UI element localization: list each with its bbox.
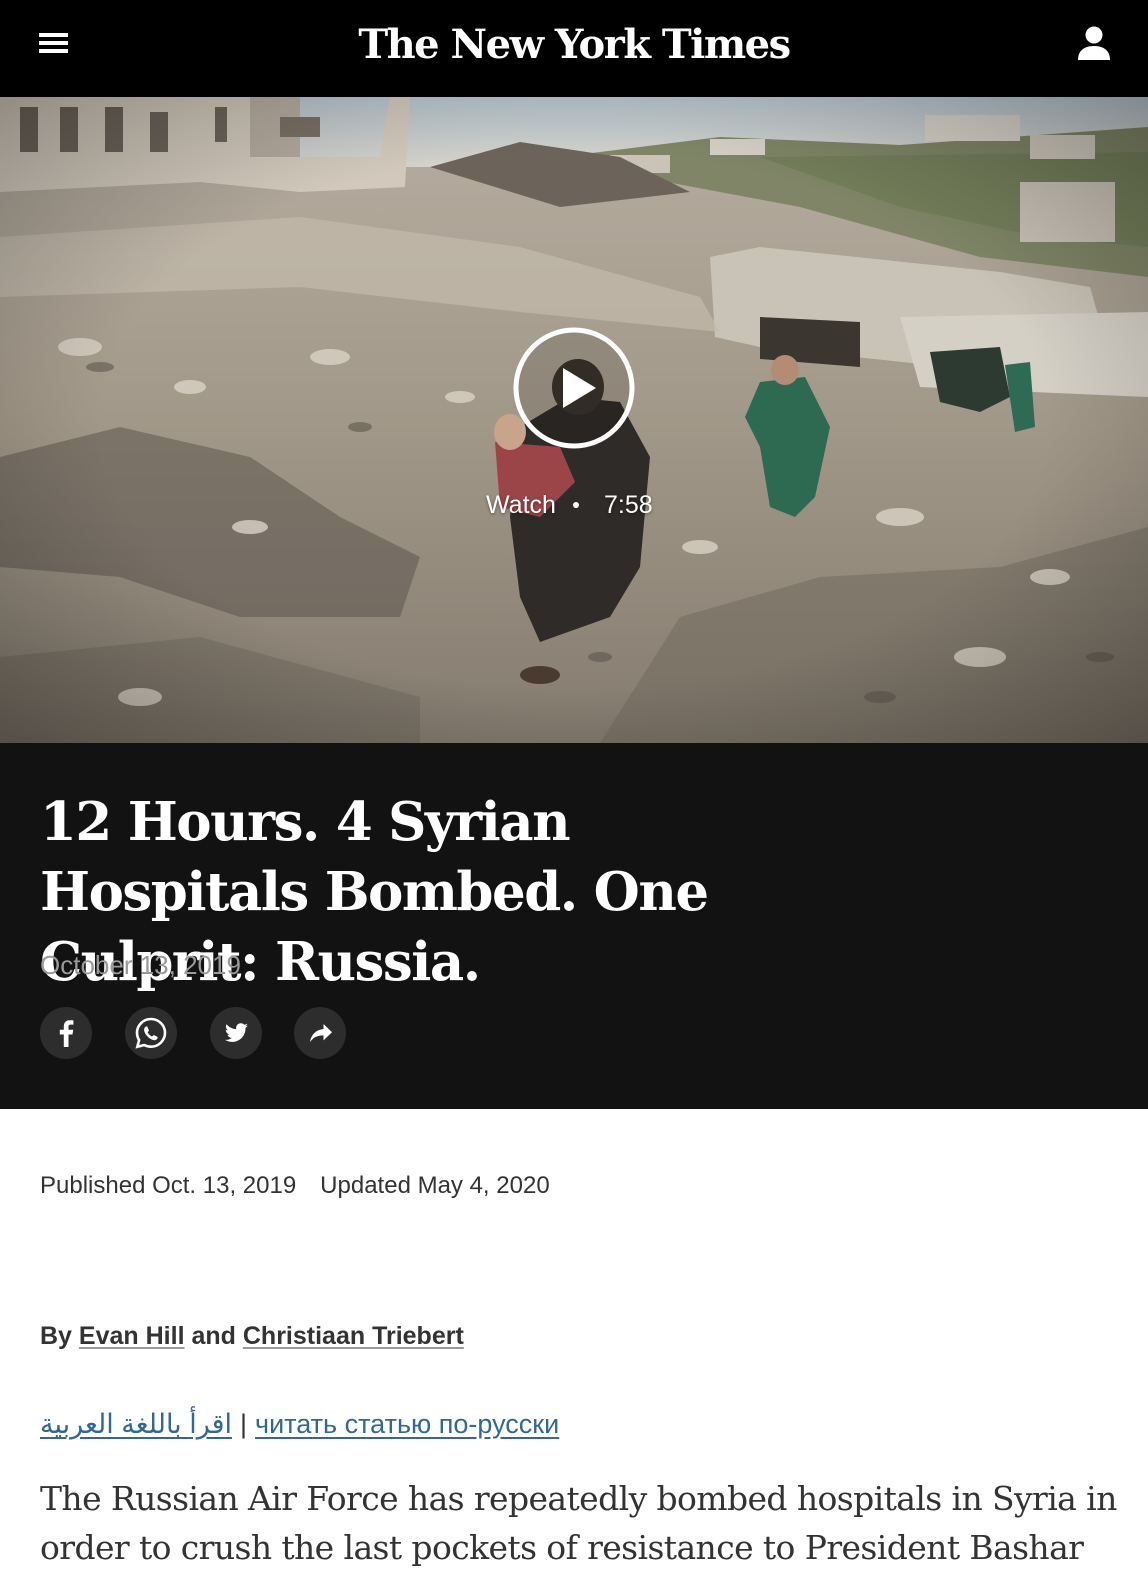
article-body-paragraph: The Russian Air Force has repeatedly bom…: [40, 1479, 1117, 1567]
byline-prefix: By: [40, 1322, 72, 1350]
hero-video[interactable]: Watch 7:58: [0, 97, 1148, 743]
watch-label-row[interactable]: Watch 7:58: [474, 487, 674, 523]
russian-translation-link[interactable]: читать статью по-русски: [255, 1409, 559, 1439]
link-separator: |: [240, 1409, 248, 1439]
whatsapp-share-button[interactable]: [125, 1007, 177, 1059]
arabic-translation-link[interactable]: اقرأ باللغة العربية: [40, 1405, 232, 1443]
share-more-button[interactable]: [294, 1007, 346, 1059]
author-link-christiaan-triebert[interactable]: Christiaan Triebert: [243, 1322, 464, 1350]
play-icon: [513, 327, 635, 449]
byline-conjunction: and: [191, 1322, 236, 1350]
facebook-icon: [59, 1020, 74, 1047]
facebook-share-button[interactable]: [40, 1007, 92, 1059]
twitter-share-button[interactable]: [210, 1007, 262, 1059]
nyt-logo[interactable]: The New York Times: [324, 14, 824, 76]
whatsapp-icon: [135, 1017, 167, 1049]
author-link-evan-hill[interactable]: Evan Hill: [79, 1322, 185, 1350]
video-duration: 7:58: [604, 491, 653, 519]
hamburger-menu-icon[interactable]: [34, 27, 74, 61]
byline: By Evan Hill and Christiaan Triebert: [40, 1319, 464, 1353]
translation-links: اقرأ باللغة العربية | читать статью по-рус…: [40, 1405, 740, 1445]
share-arrow-icon: [310, 1024, 332, 1042]
top-navigation-bar: The New York Times: [0, 0, 1148, 97]
separator-dot: [573, 502, 579, 508]
timestamps: Published Oct. 13, 2019 Updated May 4, 20…: [40, 1170, 550, 1202]
video-date: October 13, 2019: [40, 950, 241, 980]
watch-label: Watch: [486, 491, 556, 519]
title-block: 12 Hours. 4 Syrian Hospitals Bombed. One…: [0, 743, 1148, 1109]
twitter-icon: [224, 1023, 248, 1042]
updated-date: Updated May 4, 2020: [320, 1172, 550, 1199]
published-date: Published Oct. 13, 2019: [40, 1172, 297, 1199]
user-account-icon[interactable]: [1072, 22, 1116, 66]
play-button[interactable]: [512, 326, 636, 450]
